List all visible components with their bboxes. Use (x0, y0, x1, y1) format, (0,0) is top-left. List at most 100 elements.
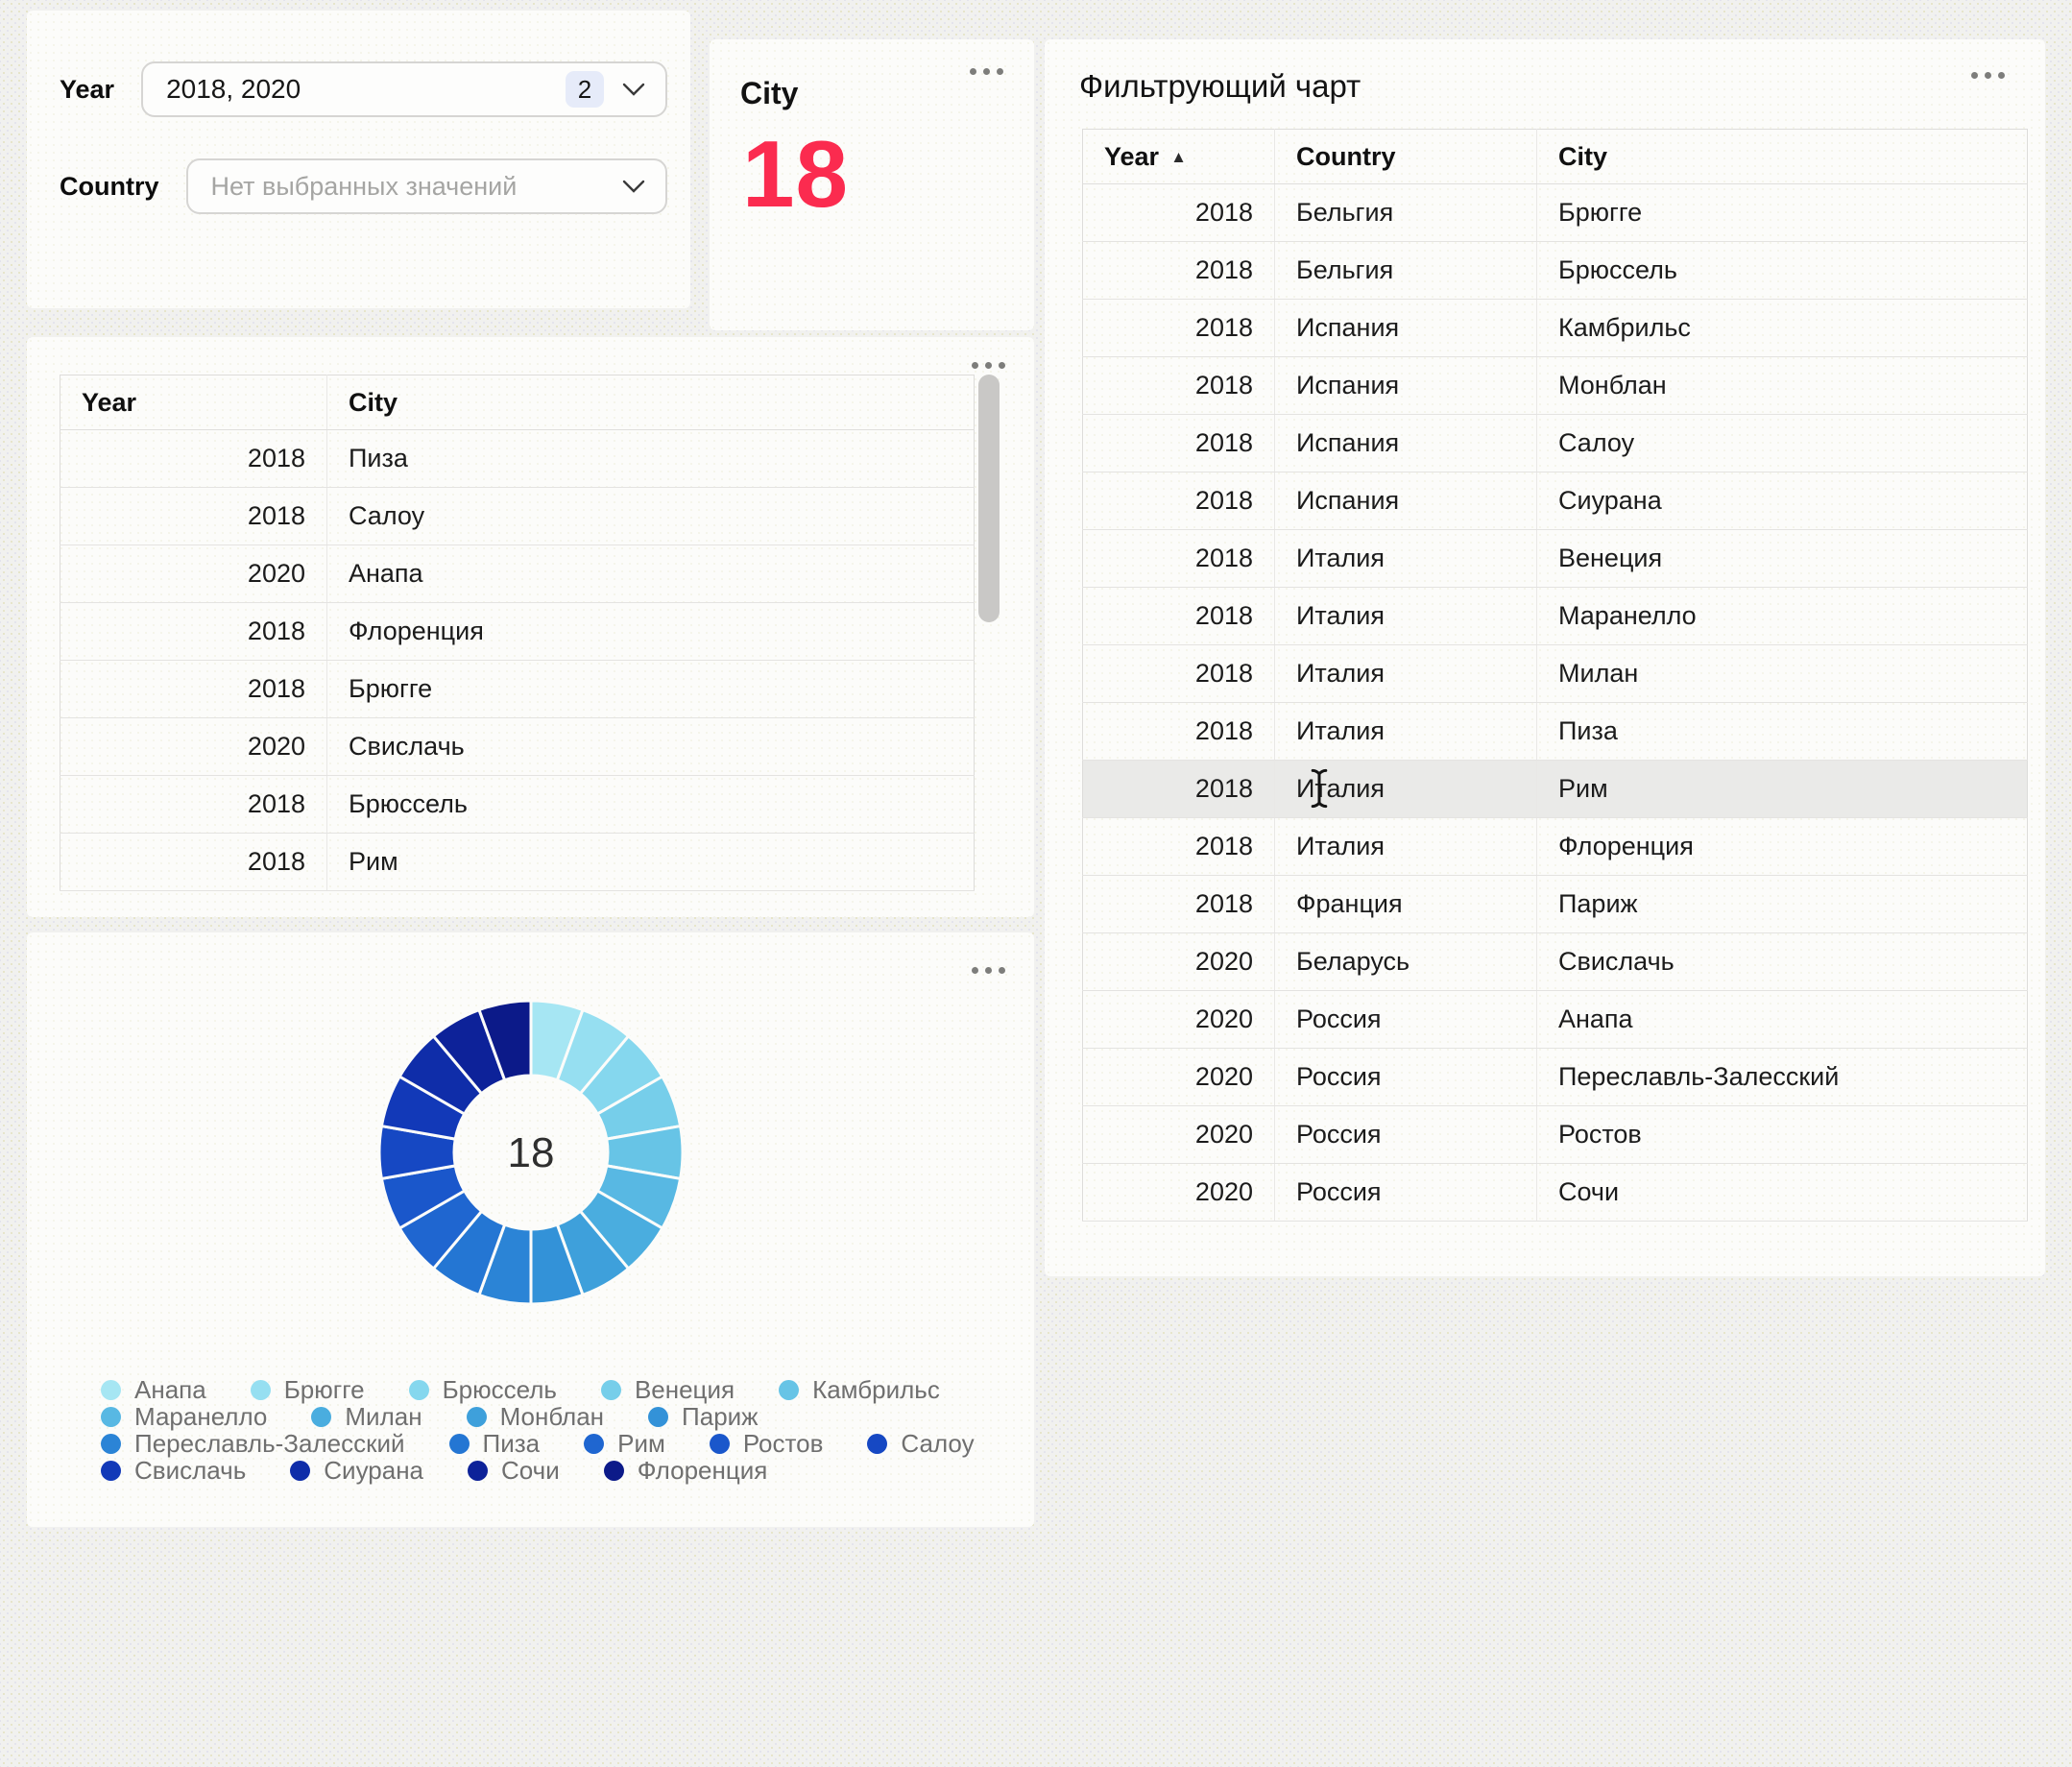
cell-year[interactable]: 2018 (60, 430, 327, 488)
legend-item[interactable]: Париж (648, 1402, 759, 1432)
widget-menu-button[interactable] (964, 62, 1009, 81)
cell-year[interactable]: 2020 (1083, 1164, 1275, 1222)
cell-city[interactable]: Салоу (327, 488, 975, 545)
cell-country[interactable]: Италия (1275, 645, 1537, 703)
legend-item[interactable]: Ростов (710, 1429, 824, 1459)
column-header-year[interactable]: Year▲ (1083, 130, 1275, 184)
cell-year[interactable]: 2018 (1083, 876, 1275, 933)
cell-country[interactable]: Испания (1275, 357, 1537, 415)
cell-year[interactable]: 2020 (1083, 991, 1275, 1049)
cell-city[interactable]: Переславль-Залесский (1537, 1049, 2028, 1106)
cell-city[interactable]: Сочи (1537, 1164, 2028, 1222)
cell-city[interactable]: Салоу (1537, 415, 2028, 472)
cell-year[interactable]: 2020 (60, 718, 327, 776)
cell-year[interactable]: 2018 (1083, 300, 1275, 357)
widget-menu-button[interactable] (966, 356, 1011, 375)
table-row[interactable]: 2018ИспанияКамбрильс (1083, 300, 2028, 357)
cell-country[interactable]: Италия (1275, 818, 1537, 876)
cell-year[interactable]: 2020 (1083, 1049, 1275, 1106)
cell-year[interactable]: 2018 (60, 776, 327, 834)
cell-year[interactable]: 2018 (60, 834, 327, 891)
cell-city[interactable]: Брюгге (1537, 184, 2028, 242)
table-row[interactable]: 2018Брюссель (60, 776, 975, 834)
table-row[interactable]: 2018Рим (60, 834, 975, 891)
cell-city[interactable]: Монблан (1537, 357, 2028, 415)
legend-item[interactable]: Сочи (468, 1456, 560, 1486)
table-row[interactable]: 2018Салоу (60, 488, 975, 545)
cell-city[interactable]: Анапа (1537, 991, 2028, 1049)
table-row[interactable]: 2018ИспанияСалоу (1083, 415, 2028, 472)
cell-city[interactable]: Свислачь (1537, 933, 2028, 991)
cell-country[interactable]: Испания (1275, 472, 1537, 530)
column-header-city[interactable]: City (1537, 130, 2028, 184)
table-row[interactable]: 2020РоссияСочи (1083, 1164, 2028, 1222)
table-row[interactable]: 2020БеларусьСвислачь (1083, 933, 2028, 991)
cell-year[interactable]: 2018 (1083, 761, 1275, 818)
cell-country[interactable]: Франция (1275, 876, 1537, 933)
legend-item[interactable]: Монблан (467, 1402, 604, 1432)
vertical-scrollbar-thumb[interactable] (978, 375, 1000, 622)
legend-item[interactable]: Рим (584, 1429, 665, 1459)
cell-year[interactable]: 2018 (1083, 530, 1275, 588)
table-row[interactable]: 2018Пиза (60, 430, 975, 488)
cell-city[interactable]: Брюссель (1537, 242, 2028, 300)
cell-country[interactable]: Россия (1275, 1106, 1537, 1164)
cell-country[interactable]: Бельгия (1275, 184, 1537, 242)
cell-year[interactable]: 2020 (1083, 1106, 1275, 1164)
cell-city[interactable]: Ростов (1537, 1106, 2028, 1164)
table-row[interactable]: 2020РоссияАнапа (1083, 991, 2028, 1049)
cell-country[interactable]: Италия (1275, 703, 1537, 761)
table-row[interactable]: 2020Анапа (60, 545, 975, 603)
cell-city[interactable]: Маранелло (1537, 588, 2028, 645)
table-row[interactable]: 2018ИталияВенеция (1083, 530, 2028, 588)
column-header-city[interactable]: City (327, 375, 975, 430)
cell-year[interactable]: 2018 (1083, 357, 1275, 415)
cell-city[interactable]: Сиурана (1537, 472, 2028, 530)
widget-menu-button[interactable] (966, 961, 1011, 980)
table-row[interactable]: 2020Свислачь (60, 718, 975, 776)
cell-city[interactable]: Рим (327, 834, 975, 891)
legend-item[interactable]: Флоренция (604, 1456, 768, 1486)
cell-city[interactable]: Брюссель (327, 776, 975, 834)
table-row[interactable]: 2018ИталияРим (1083, 761, 2028, 818)
cell-year[interactable]: 2018 (60, 488, 327, 545)
legend-item[interactable]: Салоу (867, 1429, 974, 1459)
country-select[interactable]: Нет выбранных значений (186, 158, 668, 214)
cell-year[interactable]: 2018 (1083, 818, 1275, 876)
table-row[interactable]: 2018ИталияМаранелло (1083, 588, 2028, 645)
cell-year[interactable]: 2018 (1083, 184, 1275, 242)
table-row[interactable]: 2020РоссияПереславль-Залесский (1083, 1049, 2028, 1106)
table-row[interactable]: 2018Флоренция (60, 603, 975, 661)
table-row[interactable]: 2018ИталияПиза (1083, 703, 2028, 761)
cell-country[interactable]: Италия (1275, 588, 1537, 645)
legend-item[interactable]: Камбрильс (779, 1375, 940, 1405)
cell-year[interactable]: 2018 (60, 661, 327, 718)
cell-year[interactable]: 2018 (1083, 645, 1275, 703)
year-select[interactable]: 2018, 2020 2 (141, 61, 667, 117)
legend-item[interactable]: Маранелло (101, 1402, 267, 1432)
table-row[interactable]: 2018БельгияБрюссель (1083, 242, 2028, 300)
cell-city[interactable]: Камбрильс (1537, 300, 2028, 357)
legend-item[interactable]: Венеция (601, 1375, 735, 1405)
legend-item[interactable]: Свислачь (101, 1456, 246, 1486)
table-row[interactable]: 2020РоссияРостов (1083, 1106, 2028, 1164)
table-row[interactable]: 2018ИталияФлоренция (1083, 818, 2028, 876)
cell-city[interactable]: Флоренция (327, 603, 975, 661)
cell-country[interactable]: Россия (1275, 1049, 1537, 1106)
cell-year[interactable]: 2020 (1083, 933, 1275, 991)
cell-country[interactable]: Бельгия (1275, 242, 1537, 300)
cell-country[interactable]: Испания (1275, 300, 1537, 357)
cell-country[interactable]: Италия (1275, 530, 1537, 588)
table-row[interactable]: 2018ИталияМилан (1083, 645, 2028, 703)
table-row[interactable]: 2018Брюгге (60, 661, 975, 718)
cell-city[interactable]: Париж (1537, 876, 2028, 933)
cell-year[interactable]: 2018 (1083, 588, 1275, 645)
legend-item[interactable]: Брюссель (409, 1375, 557, 1405)
table-row[interactable]: 2018ИспанияМонблан (1083, 357, 2028, 415)
table-row[interactable]: 2018ИспанияСиурана (1083, 472, 2028, 530)
cell-country[interactable]: Беларусь (1275, 933, 1537, 991)
cell-country[interactable]: Россия (1275, 991, 1537, 1049)
legend-item[interactable]: Милан (311, 1402, 422, 1432)
legend-item[interactable]: Брюгге (251, 1375, 365, 1405)
legend-item[interactable]: Пиза (449, 1429, 541, 1459)
